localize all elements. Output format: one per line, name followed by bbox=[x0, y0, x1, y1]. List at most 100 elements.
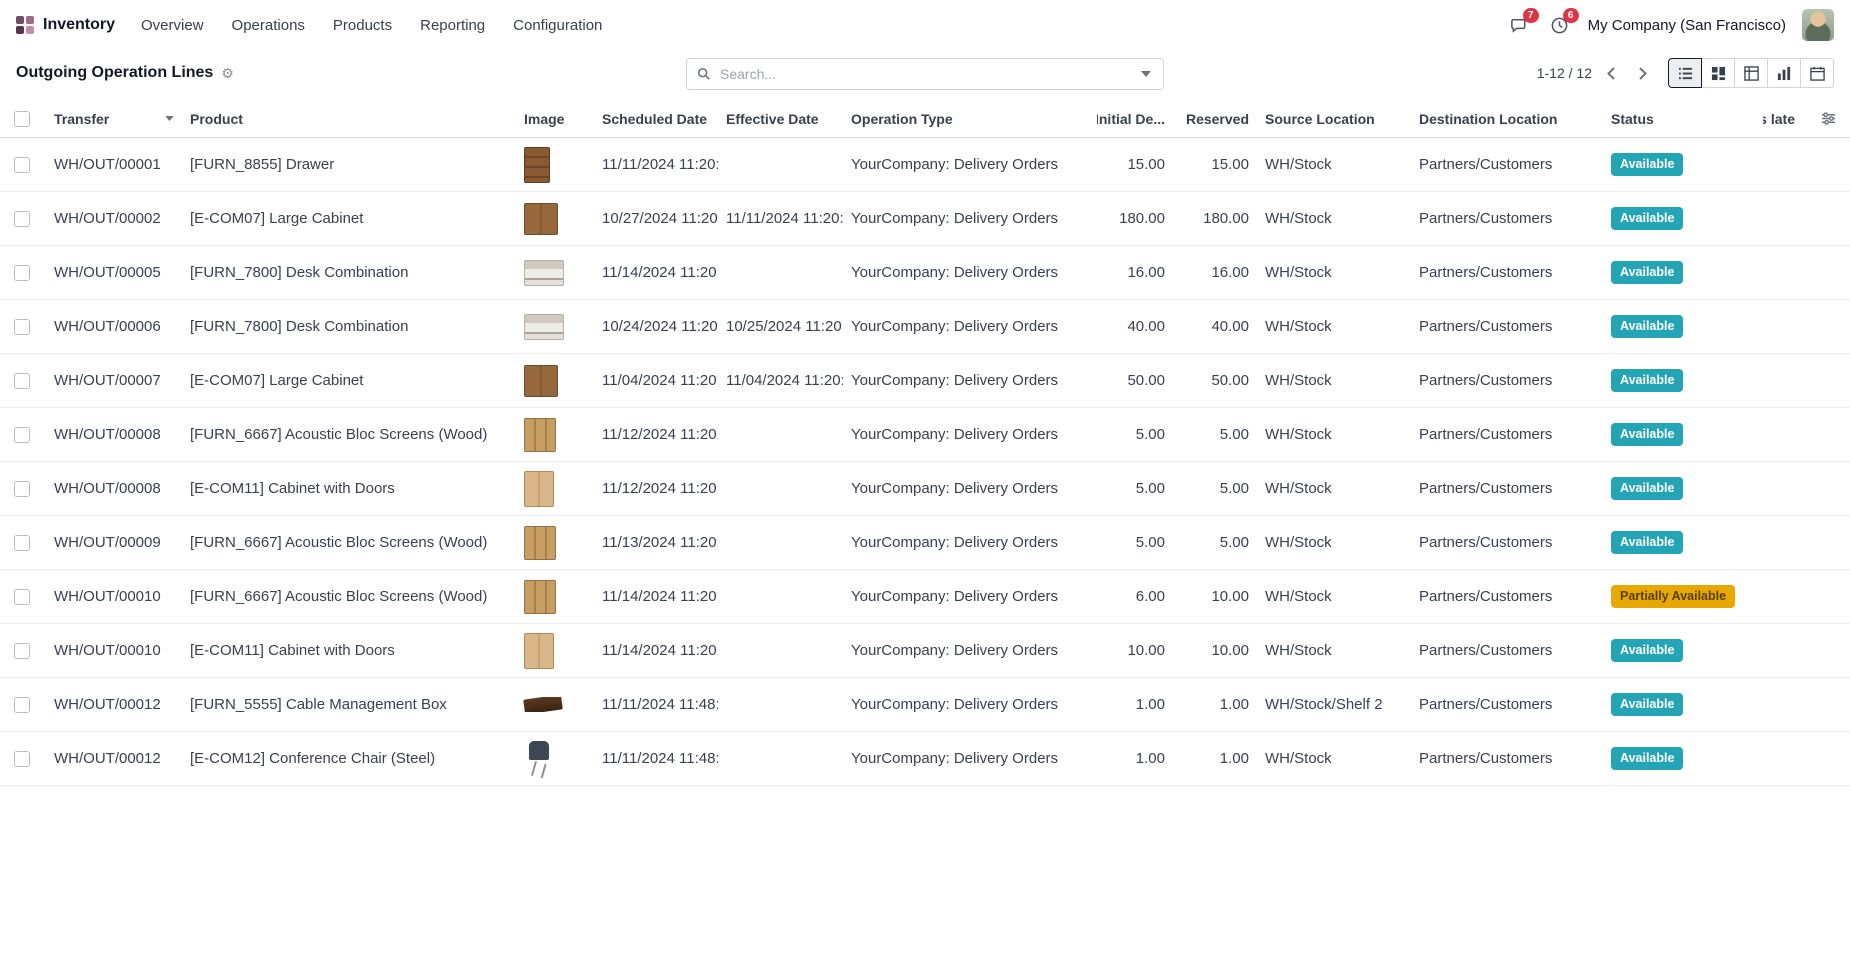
optional-columns-icon[interactable] bbox=[1821, 111, 1836, 126]
gear-icon[interactable]: ⚙ bbox=[221, 66, 234, 80]
table-row[interactable]: WH/OUT/00001 [FURN_8855] Drawer 11/11/20… bbox=[0, 138, 1850, 192]
cell-operation-type: YourCompany: Delivery Orders bbox=[843, 318, 1097, 335]
table-row[interactable]: WH/OUT/00005 [FURN_7800] Desk Combinatio… bbox=[0, 246, 1850, 300]
status-badge: Available bbox=[1611, 315, 1683, 337]
cell-transfer: WH/OUT/00002 bbox=[46, 210, 182, 227]
table-row[interactable]: WH/OUT/00007 [E-COM07] Large Cabinet 11/… bbox=[0, 354, 1850, 408]
view-kanban-button[interactable] bbox=[1701, 58, 1735, 88]
table-row[interactable]: WH/OUT/00006 [FURN_7800] Desk Combinatio… bbox=[0, 300, 1850, 354]
status-badge: Available bbox=[1611, 423, 1683, 445]
pager-previous-icon[interactable] bbox=[1598, 60, 1624, 86]
cell-destination-location: Partners/Customers bbox=[1411, 750, 1603, 767]
cell-initial-demand: 1.00 bbox=[1097, 750, 1173, 767]
cell-destination-location: Partners/Customers bbox=[1411, 372, 1603, 389]
column-header-initial-demand[interactable]: Initial De... bbox=[1097, 111, 1173, 127]
status-badge: Available bbox=[1611, 261, 1683, 283]
row-checkbox[interactable] bbox=[14, 481, 30, 497]
view-pivot-button[interactable] bbox=[1734, 58, 1768, 88]
menu-overview[interactable]: Overview bbox=[139, 13, 206, 38]
pager-next-icon[interactable] bbox=[1630, 60, 1656, 86]
column-header-effective-date[interactable]: Effective Date bbox=[718, 111, 843, 127]
cell-destination-location: Partners/Customers bbox=[1411, 318, 1603, 335]
table-row[interactable]: WH/OUT/00008 [FURN_6667] Acoustic Bloc S… bbox=[0, 408, 1850, 462]
column-header-reserved[interactable]: Reserved bbox=[1173, 111, 1257, 127]
column-header-scheduled-date[interactable]: Scheduled Date bbox=[594, 111, 718, 127]
table-body: WH/OUT/00001 [FURN_8855] Drawer 11/11/20… bbox=[0, 138, 1850, 786]
table-row[interactable]: WH/OUT/00002 [E-COM07] Large Cabinet 10/… bbox=[0, 192, 1850, 246]
menu-operations[interactable]: Operations bbox=[230, 13, 307, 38]
row-checkbox[interactable] bbox=[14, 265, 30, 281]
menu-products[interactable]: Products bbox=[331, 13, 394, 38]
cell-product: [E-COM07] Large Cabinet bbox=[182, 372, 516, 389]
column-header-product[interactable]: Product bbox=[182, 111, 516, 127]
column-header-is-late[interactable]: Is late bbox=[1763, 111, 1850, 127]
row-checkbox[interactable] bbox=[14, 751, 30, 767]
cell-initial-demand: 180.00 bbox=[1097, 210, 1173, 227]
cell-source-location: WH/Stock bbox=[1257, 588, 1411, 605]
status-badge: Partially Available bbox=[1611, 585, 1735, 607]
cell-destination-location: Partners/Customers bbox=[1411, 588, 1603, 605]
table-row[interactable]: WH/OUT/00009 [FURN_6667] Acoustic Bloc S… bbox=[0, 516, 1850, 570]
table-row[interactable]: WH/OUT/00012 [FURN_5555] Cable Managemen… bbox=[0, 678, 1850, 732]
cell-reserved: 5.00 bbox=[1173, 480, 1257, 497]
view-graph-button[interactable] bbox=[1767, 58, 1801, 88]
row-checkbox[interactable] bbox=[14, 427, 30, 443]
cell-destination-location: Partners/Customers bbox=[1411, 642, 1603, 659]
row-checkbox[interactable] bbox=[14, 373, 30, 389]
row-checkbox[interactable] bbox=[14, 589, 30, 605]
user-avatar[interactable] bbox=[1802, 9, 1834, 41]
cell-transfer: WH/OUT/00009 bbox=[46, 534, 182, 551]
product-image bbox=[524, 471, 554, 507]
cell-source-location: WH/Stock bbox=[1257, 534, 1411, 551]
top-navbar: Inventory Overview Operations Products R… bbox=[0, 0, 1850, 50]
product-image bbox=[524, 365, 558, 397]
row-checkbox[interactable] bbox=[14, 319, 30, 335]
row-checkbox[interactable] bbox=[14, 697, 30, 713]
messages-icon[interactable]: 7 bbox=[1508, 13, 1532, 37]
cell-destination-location: Partners/Customers bbox=[1411, 480, 1603, 497]
column-header-destination-location[interactable]: Destination Location bbox=[1411, 111, 1603, 127]
table-row[interactable]: WH/OUT/00010 [FURN_6667] Acoustic Bloc S… bbox=[0, 570, 1850, 624]
row-checkbox[interactable] bbox=[14, 211, 30, 227]
product-image bbox=[524, 740, 554, 778]
status-badge: Available bbox=[1611, 531, 1683, 553]
table-row[interactable]: WH/OUT/00012 [E-COM12] Conference Chair … bbox=[0, 732, 1850, 786]
view-list-button[interactable] bbox=[1668, 58, 1702, 88]
product-image bbox=[524, 314, 564, 340]
cell-reserved: 180.00 bbox=[1173, 210, 1257, 227]
menu-reporting[interactable]: Reporting bbox=[418, 13, 487, 38]
table-row[interactable]: WH/OUT/00010 [E-COM11] Cabinet with Door… bbox=[0, 624, 1850, 678]
cell-reserved: 16.00 bbox=[1173, 264, 1257, 281]
cell-operation-type: YourCompany: Delivery Orders bbox=[843, 588, 1097, 605]
search-bar[interactable] bbox=[686, 58, 1164, 90]
column-header-operation-type[interactable]: Operation Type bbox=[843, 111, 1097, 127]
row-checkbox[interactable] bbox=[14, 157, 30, 173]
column-header-transfer[interactable]: Transfer bbox=[46, 111, 182, 127]
select-all-checkbox[interactable] bbox=[14, 111, 30, 127]
app-name[interactable]: Inventory bbox=[43, 16, 115, 34]
cell-transfer: WH/OUT/00008 bbox=[46, 426, 182, 443]
row-checkbox[interactable] bbox=[14, 643, 30, 659]
column-header-source-location[interactable]: Source Location bbox=[1257, 111, 1411, 127]
cell-operation-type: YourCompany: Delivery Orders bbox=[843, 156, 1097, 173]
view-calendar-button[interactable] bbox=[1800, 58, 1834, 88]
row-checkbox[interactable] bbox=[14, 535, 30, 551]
cell-destination-location: Partners/Customers bbox=[1411, 534, 1603, 551]
cell-product: [FURN_7800] Desk Combination bbox=[182, 264, 516, 281]
search-dropdown-caret-icon[interactable] bbox=[1133, 59, 1159, 89]
product-image bbox=[524, 580, 556, 614]
search-input[interactable] bbox=[718, 65, 1133, 83]
cell-effective-date: 11/04/2024 11:20:23 bbox=[718, 372, 843, 389]
table-row[interactable]: WH/OUT/00008 [E-COM11] Cabinet with Door… bbox=[0, 462, 1850, 516]
cell-scheduled-date: 11/04/2024 11:20:23 bbox=[594, 372, 718, 389]
menu-configuration[interactable]: Configuration bbox=[511, 13, 604, 38]
cell-scheduled-date: 11/13/2024 11:20:51 bbox=[594, 534, 718, 551]
status-badge: Available bbox=[1611, 207, 1683, 229]
company-switcher[interactable]: My Company (San Francisco) bbox=[1588, 17, 1786, 34]
column-header-image[interactable]: Image bbox=[516, 111, 594, 127]
apps-home-button[interactable]: Inventory bbox=[16, 16, 115, 34]
activities-icon[interactable]: 6 bbox=[1548, 13, 1572, 37]
cell-operation-type: YourCompany: Delivery Orders bbox=[843, 210, 1097, 227]
column-header-status[interactable]: Status bbox=[1603, 111, 1763, 127]
product-image bbox=[524, 260, 564, 286]
